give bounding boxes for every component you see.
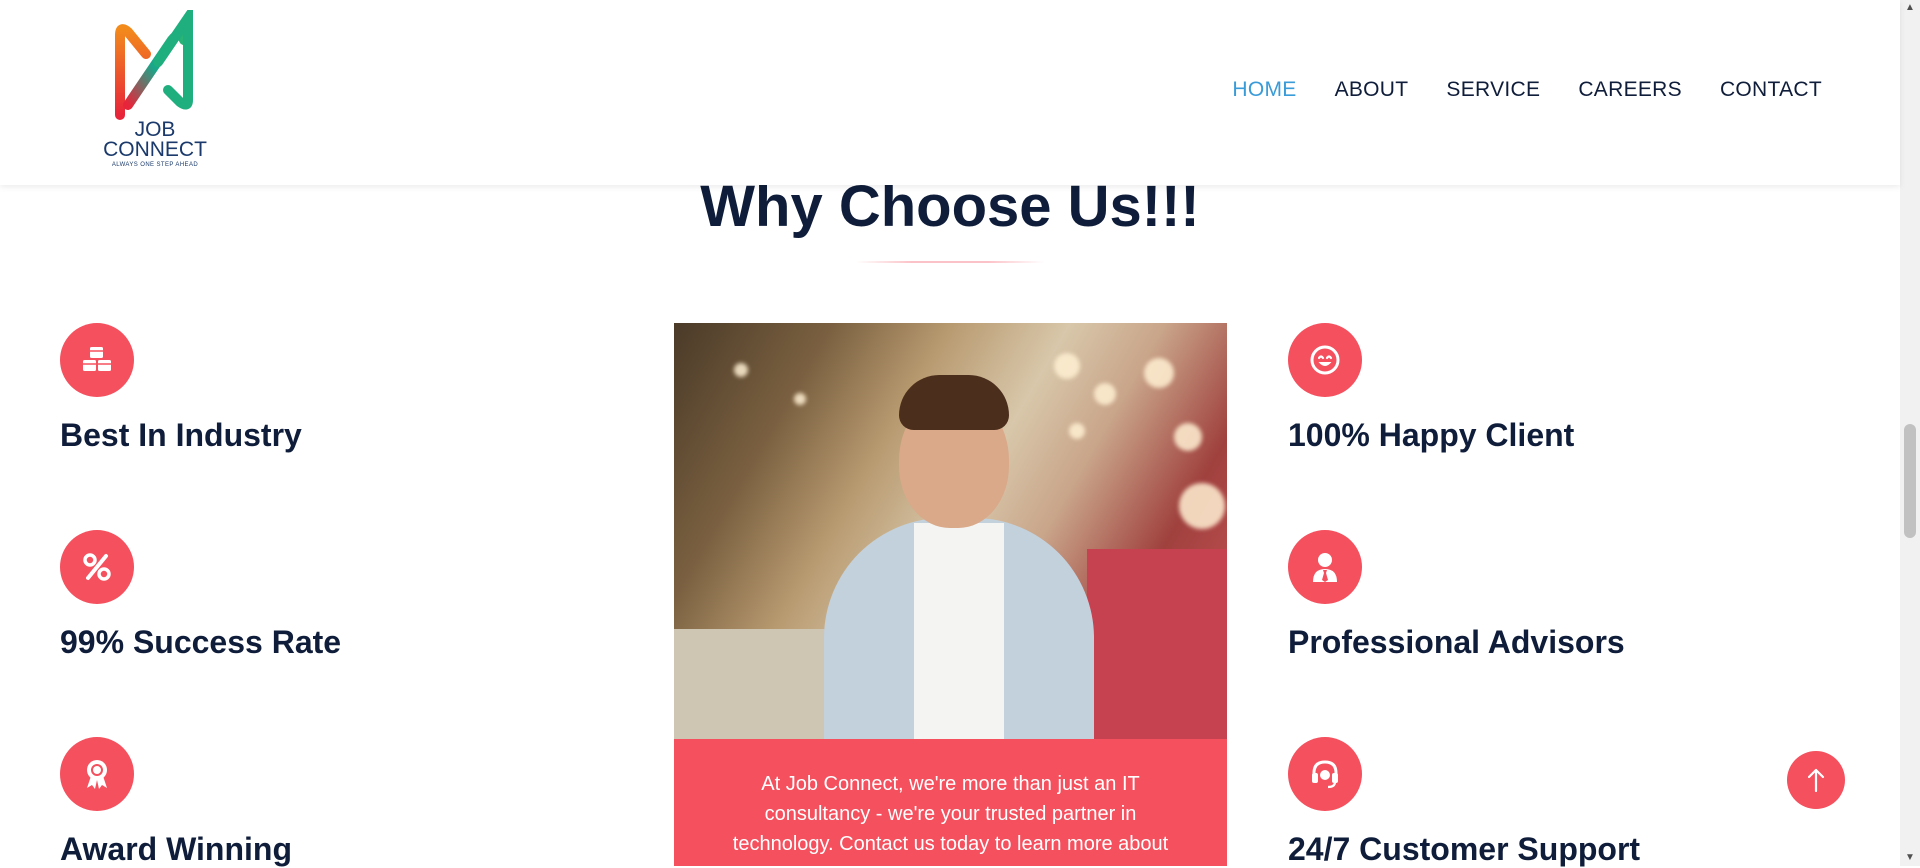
logo-mark-icon xyxy=(115,10,193,120)
job-connect-logo[interactable]: JOB CONNECT ALWAYS ONE STEP AHEAD xyxy=(100,10,210,170)
logo-text-connect: CONNECT xyxy=(103,138,207,161)
feature-title: Best In Industry xyxy=(60,417,302,453)
smile-icon xyxy=(1288,323,1362,397)
headset-icon xyxy=(1288,737,1362,811)
scroll-down-icon[interactable]: ▼ xyxy=(1900,850,1920,866)
title-underline xyxy=(856,261,1044,263)
card-caption: At Job Connect, we're more than just an … xyxy=(674,739,1227,866)
nav-about[interactable]: ABOUT xyxy=(1335,78,1409,102)
page-scrollbar[interactable]: ▲ ▼ xyxy=(1900,0,1920,866)
feature-title: 99% Success Rate xyxy=(60,624,342,660)
scrollbar-thumb[interactable] xyxy=(1904,424,1916,538)
arrow-up-icon xyxy=(1807,768,1825,793)
percent-icon xyxy=(60,530,134,604)
site-header: JOB CONNECT ALWAYS ONE STEP AHEAD HOME A… xyxy=(0,0,1900,185)
nav-contact[interactable]: CONTACT xyxy=(1720,78,1822,102)
nav-careers[interactable]: CAREERS xyxy=(1578,78,1682,102)
back-to-top-button[interactable] xyxy=(1787,751,1845,809)
main-nav: HOME ABOUT SERVICE CAREERS CONTACT xyxy=(1232,78,1822,102)
nav-service[interactable]: SERVICE xyxy=(1446,78,1540,102)
scroll-up-icon[interactable]: ▲ xyxy=(1900,0,1920,16)
feature-title: 100% Happy Client xyxy=(1288,417,1575,453)
user-tie-icon xyxy=(1288,530,1362,604)
cubes-icon xyxy=(60,323,134,397)
feature-title: Award Winning xyxy=(60,831,292,867)
award-icon xyxy=(60,737,134,811)
logo-text-job: JOB xyxy=(134,118,176,141)
nav-home[interactable]: HOME xyxy=(1232,78,1296,102)
why-choose-us-card: At Job Connect, we're more than just an … xyxy=(674,323,1227,866)
logo-tagline: ALWAYS ONE STEP AHEAD xyxy=(111,162,199,168)
feature-title: Professional Advisors xyxy=(1288,624,1625,660)
feature-title: 24/7 Customer Support xyxy=(1288,831,1641,867)
consultant-photo xyxy=(674,323,1227,739)
